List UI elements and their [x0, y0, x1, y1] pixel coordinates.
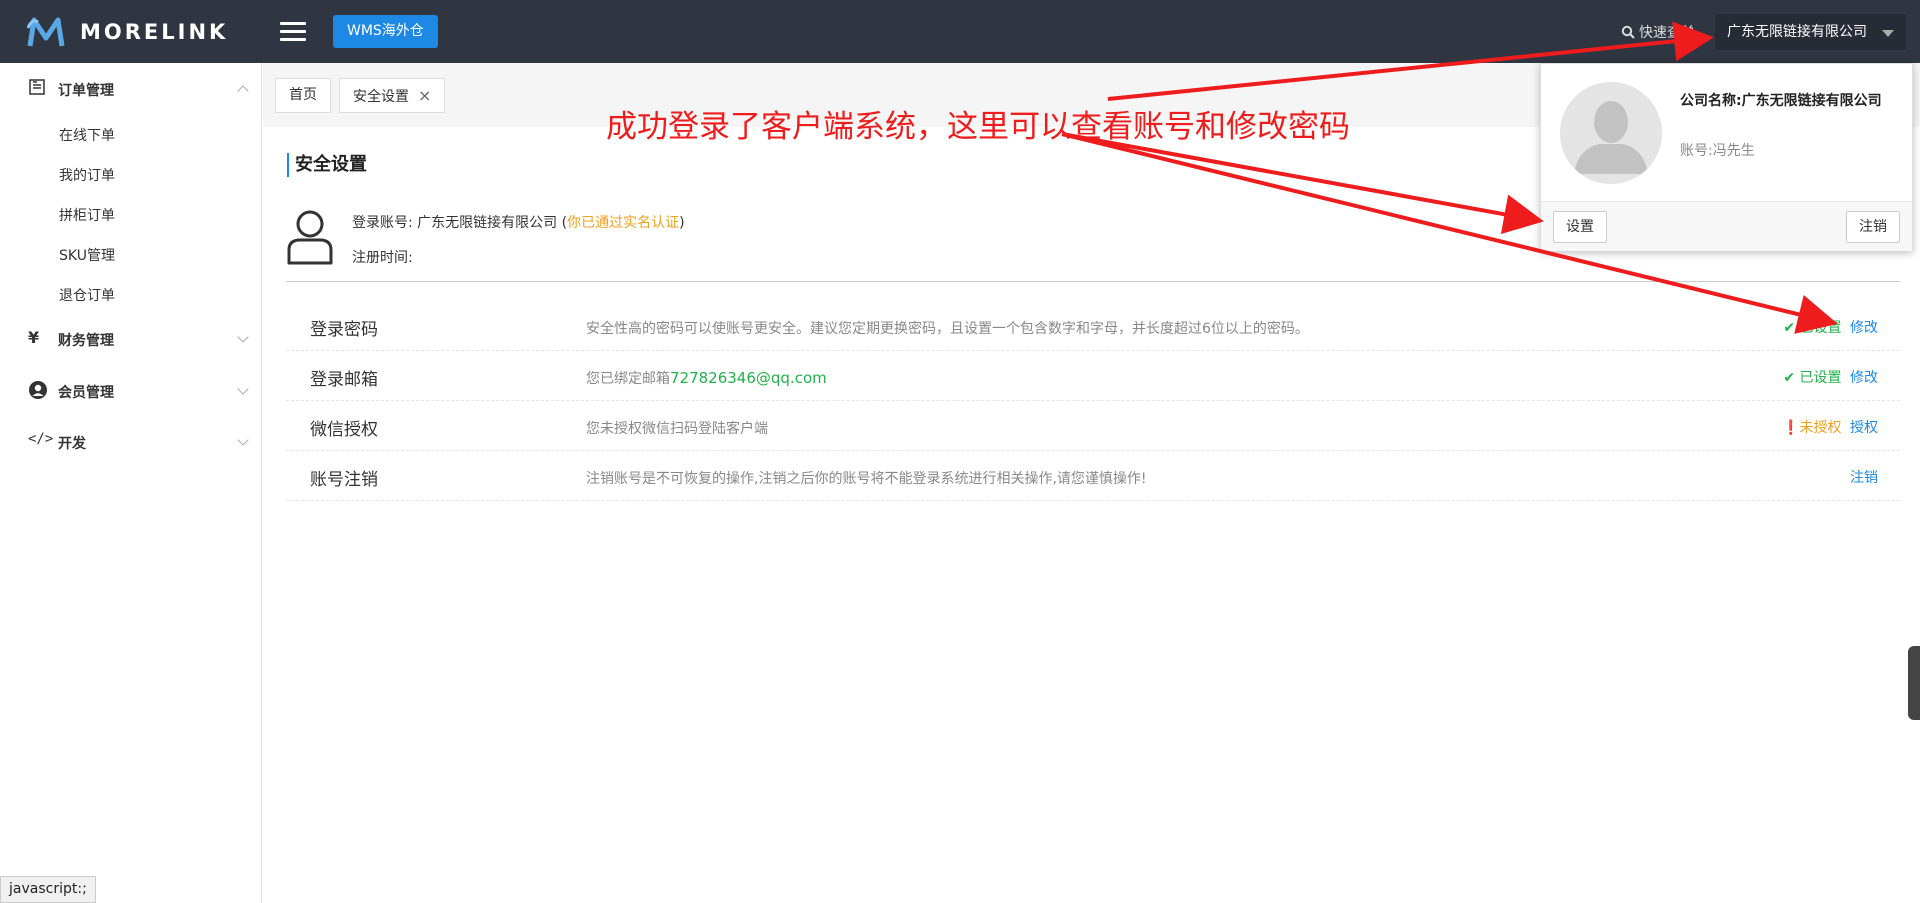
authorize-wechat-link[interactable]: 授权	[1850, 420, 1878, 436]
sidebar-item-my-orders[interactable]: 我的订单	[59, 165, 115, 185]
check-icon: ✔	[1783, 320, 1796, 336]
deactivate-account-link[interactable]: 注销	[1850, 470, 1878, 486]
menu-toggle-icon[interactable]	[280, 22, 306, 42]
user-dropdown-card: 公司名称:广东无限链接有限公司 账号:冯先生 设置 注销	[1540, 63, 1913, 251]
email-desc-prefix: 您已绑定邮箱	[586, 371, 670, 387]
code-icon: </>	[28, 431, 54, 447]
company-dropdown-button[interactable]: 广东无限链接有限公司	[1715, 14, 1906, 50]
check-icon: ✔	[1783, 370, 1796, 386]
top-navbar: MORELINK WMS海外仓 快速查单 广东无限链接有限公司	[0, 0, 1920, 63]
search-icon	[1621, 25, 1635, 39]
yen-icon: ¥	[28, 328, 40, 347]
paren-open: (	[557, 215, 568, 231]
status-text: 已设置	[1799, 320, 1842, 336]
sidebar-item-online-order[interactable]: 在线下单	[59, 125, 115, 145]
row-description: 注销账号是不可恢复的操作,注销之后你的账号将不能登录系统进行相关操作,请您谨慎操…	[586, 471, 1147, 487]
email-value: 727826346@qq.com	[670, 369, 827, 387]
row-name: 微信授权	[310, 420, 378, 440]
wms-button[interactable]: WMS海外仓	[333, 15, 438, 48]
sidebar-group-label: 财务管理	[58, 333, 114, 349]
register-time-label: 注册时间:	[352, 250, 413, 266]
row-status: ❗未授权 授权	[1782, 417, 1878, 437]
company-button-label: 广东无限链接有限公司	[1727, 24, 1867, 40]
account-value: 广东无限链接有限公司	[417, 215, 558, 231]
settings-row-password: 登录密码 安全性高的密码可以使账号更安全。建议您定期更换密码，且设置一个包含数字…	[286, 301, 1900, 351]
chevron-up-icon	[237, 85, 249, 97]
status-text: 未授权	[1799, 420, 1842, 436]
chevron-down-icon	[237, 331, 249, 343]
sidebar-group-label: 会员管理	[58, 385, 114, 401]
modify-email-link[interactable]: 修改	[1850, 370, 1878, 386]
tab-label: 首页	[289, 87, 317, 103]
row-status: ✔ 已设置 修改	[1783, 367, 1878, 387]
row-status: ✔ 已设置 修改	[1783, 317, 1878, 337]
sidebar-group-orders[interactable]: 订单管理	[0, 71, 262, 107]
status-text: 已设置	[1799, 370, 1842, 386]
side-panel-handle[interactable]	[1908, 646, 1920, 720]
page-title: 安全设置	[287, 153, 367, 177]
dropdown-account: 账号:冯先生	[1680, 143, 1755, 159]
arrow-to-settings	[1061, 132, 1544, 234]
sidebar-group-members[interactable]: 会员管理	[0, 373, 262, 409]
tab-label: 安全设置	[353, 89, 409, 105]
chevron-down-icon	[237, 434, 249, 446]
warning-icon: ❗	[1782, 420, 1800, 436]
sidebar-item-sku[interactable]: SKU管理	[59, 245, 115, 265]
row-name: 账号注销	[310, 470, 378, 490]
row-description: 您已绑定邮箱727826346@qq.com	[586, 368, 827, 388]
logo-text: MORELINK	[80, 20, 229, 44]
close-icon[interactable]: ×	[418, 86, 431, 105]
paren-close: )	[679, 215, 685, 231]
verified-badge: 你已通过实名认证	[567, 215, 680, 231]
status-bar-tooltip: javascript:;	[0, 876, 96, 903]
quick-search-label: 快速查单	[1639, 25, 1695, 41]
settings-row-wechat: 微信授权 您未授权微信扫码登陆客户端 ❗未授权 授权	[286, 401, 1900, 451]
quick-search-link[interactable]: 快速查单	[1621, 22, 1695, 42]
sidebar-item-return-orders[interactable]: 退仓订单	[59, 285, 115, 305]
sidebar-item-container-orders[interactable]: 拼柜订单	[59, 205, 115, 225]
settings-button[interactable]: 设置	[1553, 211, 1607, 243]
member-icon	[28, 380, 48, 400]
sidebar-group-finance[interactable]: ¥ 财务管理	[0, 321, 262, 357]
dropdown-footer: 设置 注销	[1541, 201, 1912, 251]
row-name: 登录邮箱	[310, 370, 378, 390]
settings-row-deactivate: 账号注销 注销账号是不可恢复的操作,注销之后你的账号将不能登录系统进行相关操作,…	[286, 451, 1900, 501]
order-icon	[28, 78, 48, 98]
row-description: 您未授权微信扫码登陆客户端	[586, 421, 768, 437]
sidebar-group-dev[interactable]: </> 开发	[0, 424, 262, 460]
chevron-down-icon	[237, 383, 249, 395]
account-info: 登录账号: 广东无限链接有限公司 (你已通过实名认证)	[352, 212, 685, 232]
row-description: 安全性高的密码可以使账号更安全。建议您定期更换密码，且设置一个包含数字和字母，并…	[586, 321, 1309, 337]
avatar	[1560, 82, 1662, 184]
settings-row-email: 登录邮箱 您已绑定邮箱727826346@qq.com ✔ 已设置 修改	[286, 351, 1900, 401]
logo[interactable]: MORELINK	[26, 14, 228, 50]
annotation-text: 成功登录了客户端系统，这里可以查看账号和修改密码	[606, 109, 1350, 145]
divider	[286, 281, 1900, 282]
account-label: 登录账号:	[352, 215, 413, 231]
caret-down-icon	[1882, 30, 1894, 37]
row-status: 注销	[1846, 467, 1878, 487]
modify-password-link[interactable]: 修改	[1850, 320, 1878, 336]
sidebar-group-label: 订单管理	[58, 83, 114, 99]
user-icon	[287, 210, 333, 265]
logout-button[interactable]: 注销	[1846, 211, 1900, 243]
tab-home[interactable]: 首页	[275, 78, 331, 113]
row-name: 登录密码	[310, 320, 378, 340]
morelink-logo-icon	[26, 17, 65, 47]
dropdown-company-name: 公司名称:广东无限链接有限公司	[1680, 93, 1882, 109]
sidebar-group-label: 开发	[58, 436, 86, 452]
sidebar: 订单管理 在线下单 我的订单 拼柜订单 SKU管理 退仓订单 ¥ 财务管理 会员…	[0, 63, 262, 903]
tab-security-settings[interactable]: 安全设置 ×	[339, 78, 446, 113]
